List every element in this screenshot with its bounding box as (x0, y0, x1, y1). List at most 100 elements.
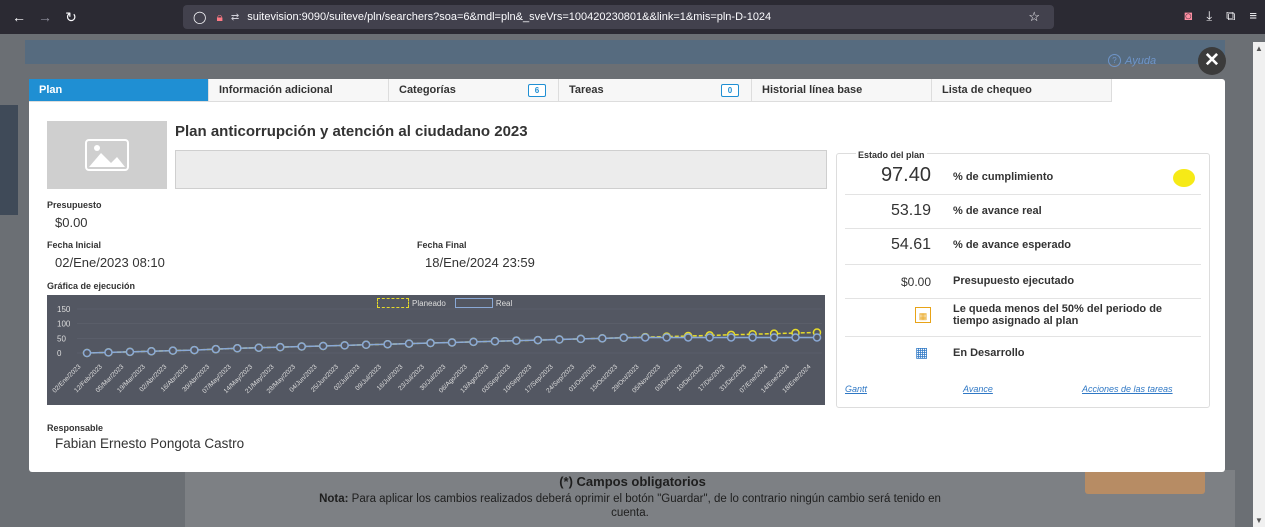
execution-chart: Planeado Real 150 100 50 0 02/Ene/2023 12/Feb… (47, 295, 825, 405)
data-point-real[interactable] (512, 336, 521, 345)
back-icon[interactable]: ← (6, 9, 32, 25)
tab-label: Lista de chequeo (942, 84, 1032, 96)
tab-count-badge: 0 (721, 84, 739, 97)
expected-progress-value: 54.61 (890, 236, 931, 253)
end-date-label: Fecha Final (417, 240, 467, 250)
data-point-real[interactable] (361, 340, 371, 350)
scrollbar[interactable]: ▲ ▼ (1253, 42, 1265, 527)
data-point-real[interactable] (640, 333, 650, 342)
data-point-real[interactable] (426, 338, 435, 348)
close-icon: ✕ (1204, 50, 1220, 71)
status-row-state: ▦ En Desarrollo (845, 336, 1201, 370)
data-point-real[interactable] (726, 333, 736, 342)
status-row-expected: 54.61 % de avance esperado (845, 228, 1201, 265)
real-progress-value: 53.19 (890, 202, 931, 219)
close-button[interactable]: ✕ (1198, 47, 1226, 75)
status-indicator-dot (1173, 169, 1195, 187)
data-point-real[interactable] (662, 333, 671, 342)
reload-icon[interactable]: ↻ (58, 9, 84, 26)
status-row-compliance: 97.40 % de cumplimiento (845, 158, 1201, 195)
extensions-icon[interactable]: ⧉ (1226, 8, 1235, 24)
data-point-real[interactable] (190, 345, 199, 355)
data-point-real[interactable] (748, 333, 757, 342)
y-tick-label: 100 (57, 320, 71, 329)
y-tick-label: 150 (57, 305, 71, 314)
data-point-real[interactable] (125, 347, 135, 357)
tab-bar: Plan Información adicional Categorías 6 T… (29, 79, 1112, 102)
data-point-real[interactable] (447, 338, 457, 347)
tab-label: Historial línea base (762, 84, 863, 96)
note-bold: Nota: (319, 493, 349, 505)
data-point-real[interactable] (683, 333, 693, 342)
tab-count-badge: 6 (528, 84, 546, 97)
chart-svg: 15010050002/Ene/202312/Feb/202305/Mar/20… (51, 305, 822, 395)
data-point-real[interactable] (555, 335, 564, 344)
scroll-up-icon[interactable]: ▲ (1255, 44, 1263, 53)
data-point-real[interactable] (147, 346, 156, 356)
data-point-real[interactable] (168, 346, 178, 355)
pocket-icon[interactable]: ◙ (1185, 8, 1193, 24)
download-icon[interactable]: ⤓ (1206, 8, 1212, 24)
data-point-real[interactable] (104, 348, 113, 357)
data-point-real[interactable] (598, 334, 607, 343)
expected-progress-label: % de avance esperado (953, 239, 1072, 251)
data-point-real[interactable] (82, 348, 92, 358)
data-point-real[interactable] (576, 334, 586, 344)
forward-icon[interactable]: → (32, 9, 58, 25)
tab-informacion-adicional[interactable]: Información adicional (209, 79, 389, 101)
data-point-real[interactable] (275, 342, 285, 352)
plan-title: Plan anticorrupción y atención al ciudad… (175, 123, 528, 140)
data-point-real[interactable] (233, 344, 242, 353)
permissions-icon[interactable]: ⇄ (231, 12, 239, 23)
menu-icon[interactable]: ≡ (1249, 8, 1257, 24)
responsible-value: Fabian Ernesto Pongota Castro (55, 436, 245, 451)
data-point-real[interactable] (705, 333, 714, 342)
budget-value: $0.00 (55, 215, 88, 230)
avance-link[interactable]: Avance (963, 384, 993, 394)
data-point-real[interactable] (619, 333, 629, 342)
data-point-real[interactable] (254, 343, 264, 352)
y-tick-label: 0 (57, 349, 62, 358)
background-sidebar (0, 105, 18, 215)
scroll-down-icon[interactable]: ▼ (1255, 516, 1263, 525)
data-point-real[interactable] (533, 335, 543, 345)
data-point-real[interactable] (383, 339, 392, 349)
data-point-real[interactable] (211, 344, 221, 354)
tab-lista-chequeo[interactable]: Lista de chequeo (932, 79, 1112, 101)
data-point-real[interactable] (318, 341, 328, 351)
executed-budget-value: $0.00 (900, 275, 931, 289)
tab-tareas[interactable]: Tareas 0 (559, 79, 752, 101)
description-field[interactable] (175, 150, 827, 189)
compliance-label: % de cumplimiento (953, 171, 1054, 183)
plan-image-placeholder[interactable] (47, 121, 167, 189)
browser-tools: ◙ ⤓ ⧉ ≡ (1185, 8, 1258, 24)
end-date-value: 18/Ene/2024 23:59 (425, 255, 535, 270)
data-point-real[interactable] (340, 341, 349, 350)
tab-plan[interactable]: Plan (29, 79, 209, 101)
tab-historial[interactable]: Historial línea base (752, 79, 932, 101)
tab-label: Información adicional (219, 84, 333, 96)
data-point-real[interactable] (812, 333, 822, 342)
status-row-time: ▦ Le queda menos del 50% del periodo de … (845, 298, 1201, 337)
data-point-real[interactable] (404, 339, 414, 348)
bookmark-star-icon[interactable]: ☆ (1028, 9, 1040, 25)
acciones-tareas-link[interactable]: Acciones de las tareas (1082, 384, 1173, 394)
image-icon (85, 139, 129, 171)
data-point-real[interactable] (769, 333, 779, 342)
url-bar[interactable]: ◯ 🔒︎ ⇄ suitevision:9090/suiteve/pln/sear… (183, 5, 1054, 29)
gantt-link[interactable]: Gantt (845, 384, 867, 394)
save-note: Nota: Para aplicar los cambios realizado… (300, 492, 960, 520)
help-link[interactable]: ? Ayuda (1108, 54, 1156, 67)
compliance-value: 97.40 (880, 164, 931, 186)
required-fields-note: (*) Campos obligatorios (559, 474, 706, 489)
data-point-real[interactable] (469, 337, 478, 347)
data-point-real[interactable] (297, 342, 306, 351)
data-point-real[interactable] (791, 333, 800, 342)
status-row-real: 53.19 % de avance real (845, 194, 1201, 229)
plan-state: En Desarrollo (953, 347, 1025, 359)
tab-categorias[interactable]: Categorías 6 (389, 79, 559, 101)
data-point-real[interactable] (490, 337, 500, 346)
url-text[interactable]: suitevision:9090/suiteve/pln/searchers?s… (247, 11, 771, 23)
lock-icon[interactable]: 🔒︎ (216, 10, 222, 25)
shield-icon[interactable]: ◯ (193, 10, 206, 24)
